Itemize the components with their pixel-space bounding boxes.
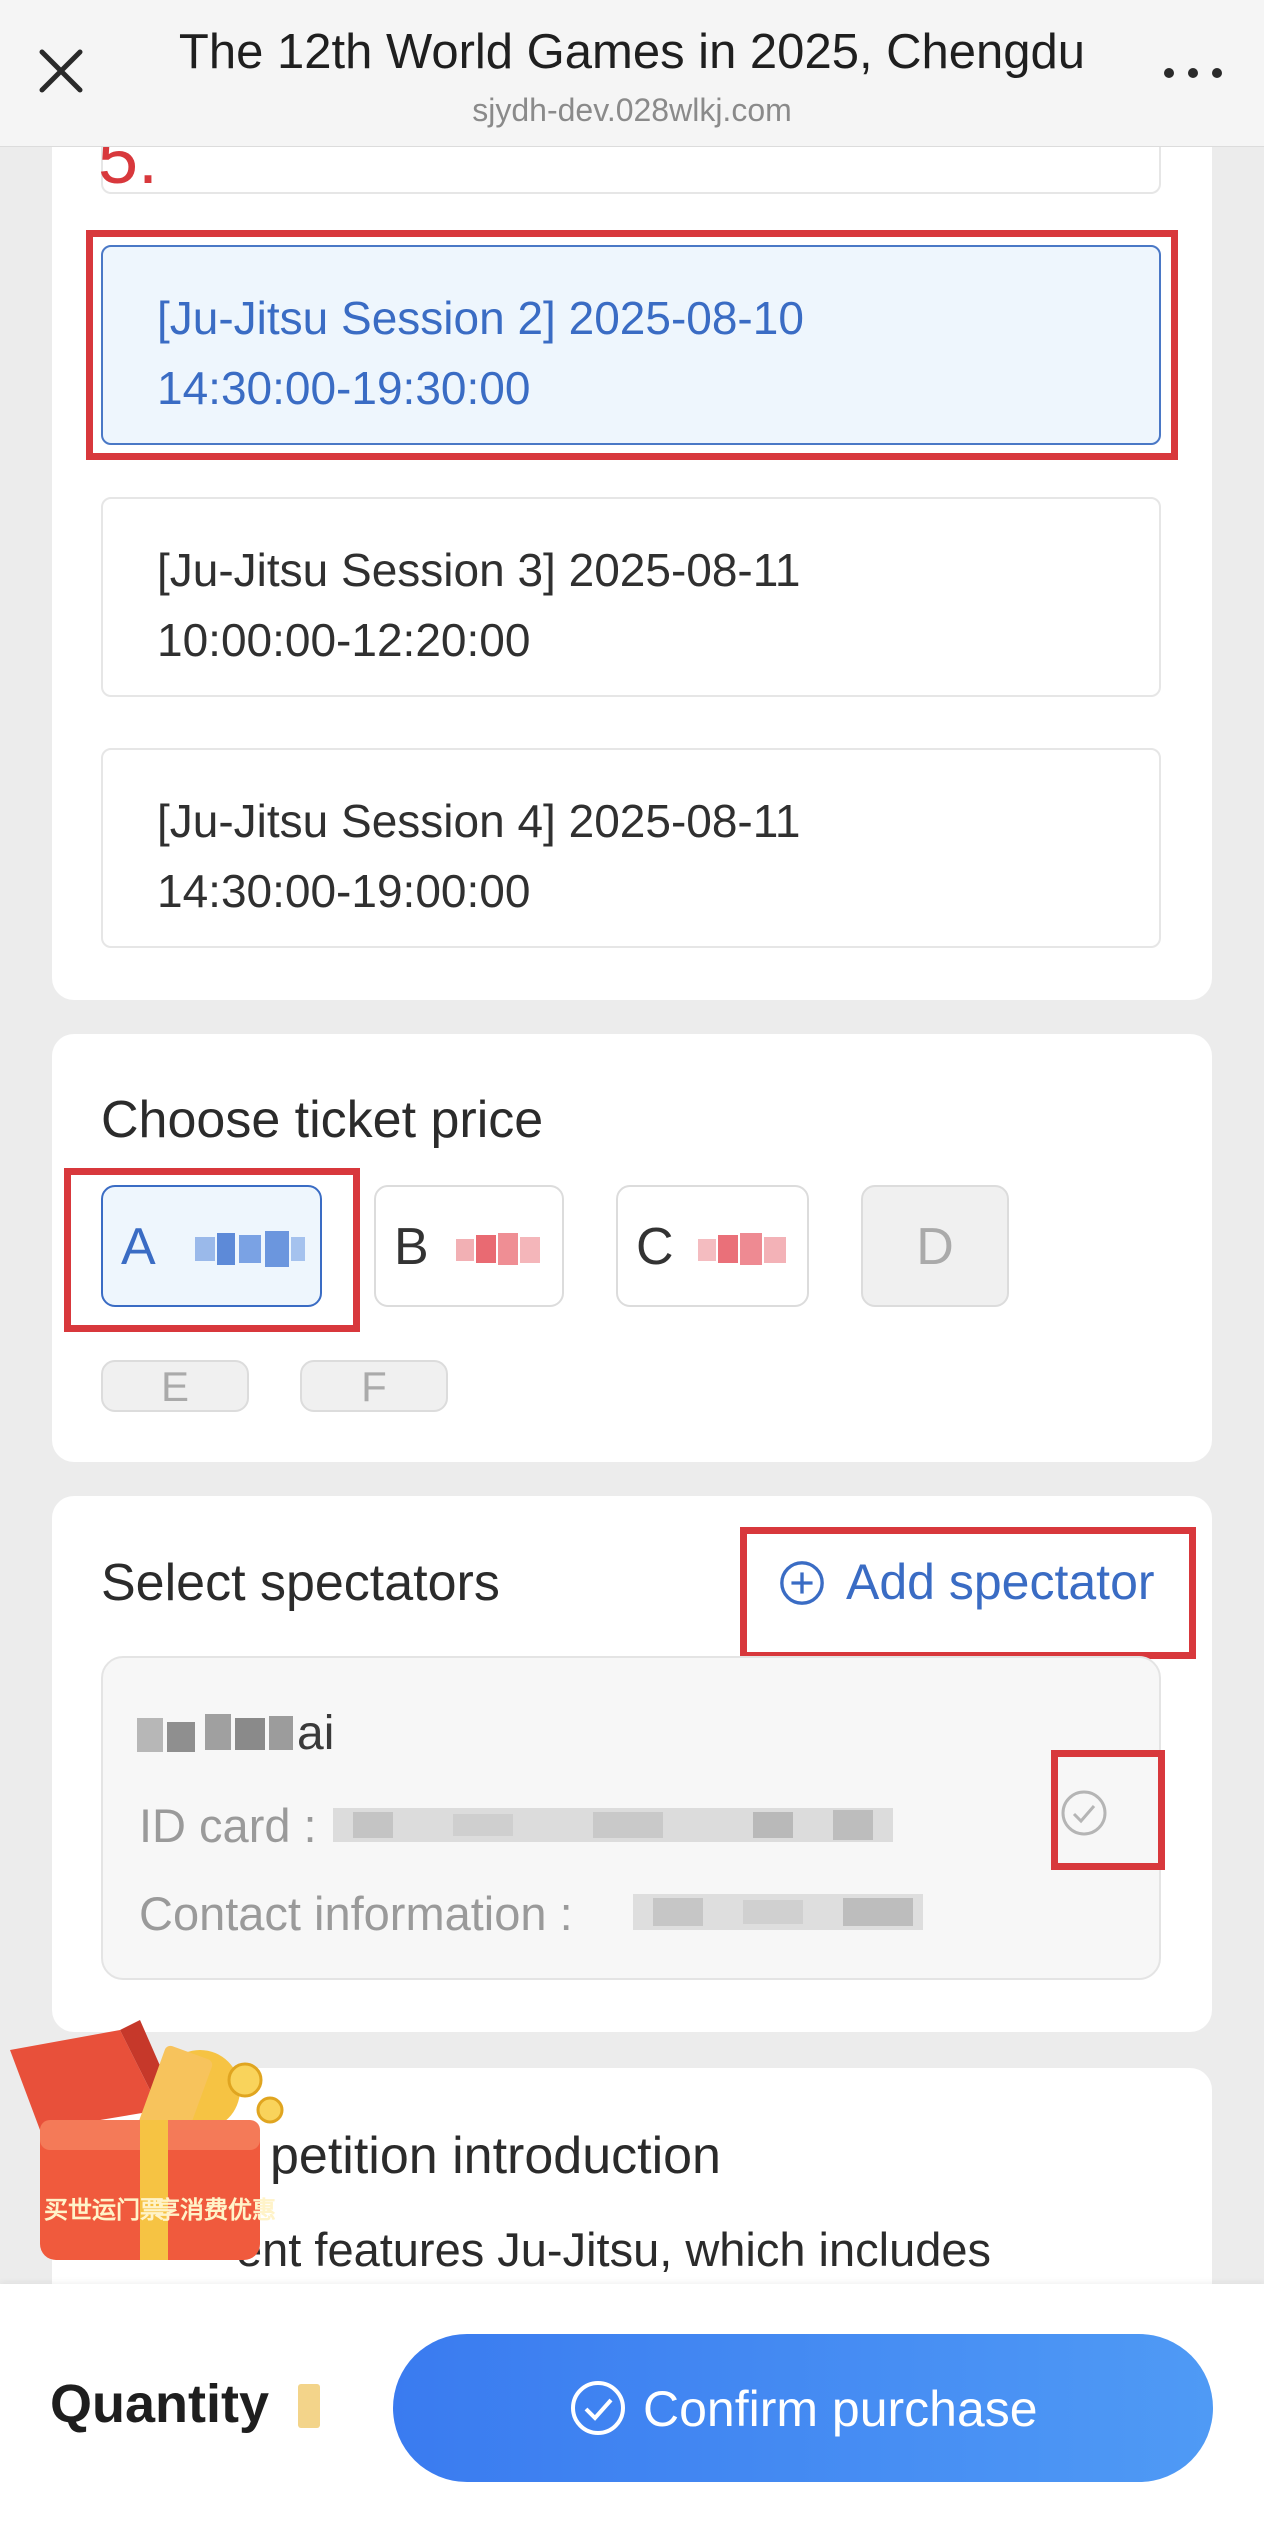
promo-line1: 买世运门票 xyxy=(44,2197,164,2224)
page-title: The 12th World Games in 2025, Chengdu xyxy=(178,25,1086,79)
price-option-d: D xyxy=(861,1185,1009,1307)
session-option-3[interactable]: [Ju-Jitsu Session 3] 2025-08-11 10:00:00… xyxy=(101,497,1161,697)
annotation-session-box xyxy=(86,230,1178,460)
annotation-checkbox-box xyxy=(1051,1750,1165,1870)
promo-line2: 享消费优惠 xyxy=(156,2197,276,2224)
spectator-card[interactable]: ai ID card : Contact information : xyxy=(101,1656,1161,1980)
session-option-4-line2: 14:30:00-19:00:00 xyxy=(157,865,531,917)
quantity-indicator xyxy=(298,2384,320,2428)
browser-header: The 12th World Games in 2025, Chengdu sj… xyxy=(0,0,1264,147)
price-option-c-letter: C xyxy=(636,1218,674,1276)
confirm-purchase-label: Confirm purchase xyxy=(643,2381,1038,2437)
competition-title: petition introduction xyxy=(270,2127,721,2185)
spectator-name-suffix: ai xyxy=(297,1707,335,1760)
page-url: sjydh-dev.028wlkj.com xyxy=(472,92,792,128)
contact-info-label: Contact information : xyxy=(139,1887,573,1940)
annotation-add-spectator-box xyxy=(740,1527,1196,1659)
gift-box-icon xyxy=(10,2020,284,2260)
promo-gift-box[interactable]: 买世运门票 享消费优惠 xyxy=(0,2010,290,2270)
price-option-e: E xyxy=(101,1360,249,1412)
price-option-b[interactable]: B xyxy=(374,1185,564,1307)
previous-session-edge xyxy=(101,146,1161,194)
spectators-title: Select spectators xyxy=(101,1554,500,1612)
id-card-label: ID card : xyxy=(139,1799,317,1852)
more-icon[interactable] xyxy=(1158,52,1228,92)
price-option-e-letter: E xyxy=(160,1363,189,1410)
session-option-3-line1: [Ju-Jitsu Session 3] 2025-08-11 xyxy=(157,544,801,596)
session-option-4[interactable]: [Ju-Jitsu Session 4] 2025-08-11 14:30:00… xyxy=(101,748,1161,948)
price-option-c[interactable]: C xyxy=(616,1185,809,1307)
blurred-price xyxy=(698,1233,786,1265)
confirm-purchase-button[interactable]: Confirm purchase xyxy=(393,2334,1213,2482)
blurred-contact-number xyxy=(633,1894,923,1930)
blurred-id-number xyxy=(333,1808,893,1842)
session-option-3-line2: 10:00:00-12:20:00 xyxy=(157,614,531,666)
close-icon xyxy=(39,49,83,93)
session-option-4-line1: [Ju-Jitsu Session 4] 2025-08-11 xyxy=(157,795,801,847)
annotation-price-box xyxy=(64,1168,360,1332)
competition-text: ent features Ju-Jitsu, which includes xyxy=(236,2223,991,2276)
close-button[interactable] xyxy=(28,38,94,104)
quantity-label: Quantity xyxy=(50,2374,270,2434)
ticket-price-title: Choose ticket price xyxy=(101,1091,544,1149)
price-option-f-letter: F xyxy=(361,1363,387,1410)
blurred-price xyxy=(456,1233,540,1265)
confirm-check-icon xyxy=(571,2381,625,2435)
price-option-f: F xyxy=(300,1360,448,1412)
price-option-b-letter: B xyxy=(394,1218,429,1276)
price-option-d-letter: D xyxy=(916,1218,954,1276)
